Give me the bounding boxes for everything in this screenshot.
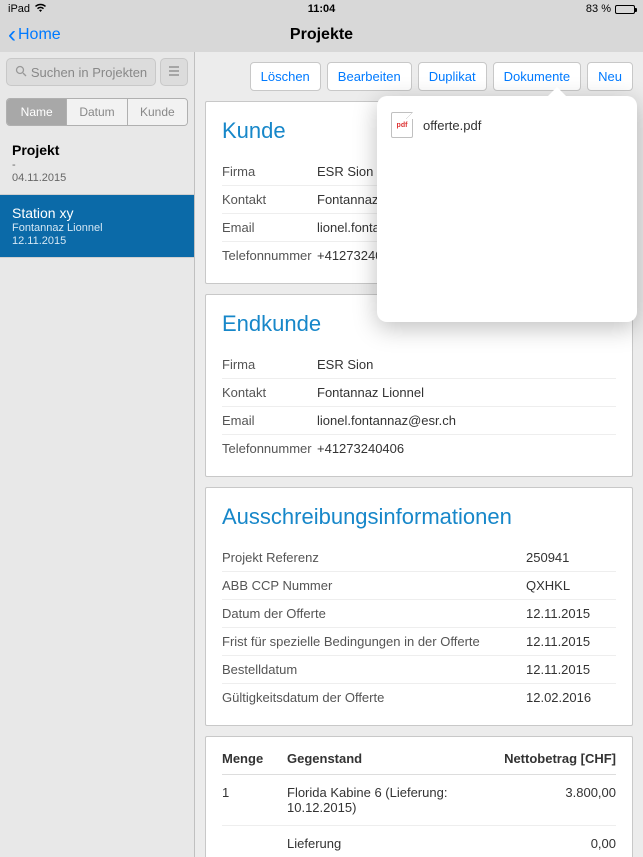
project-sub1: Fontannaz Lionnel xyxy=(12,222,182,234)
sidebar: Suchen in Projekten Name Datum Kunde Pro… xyxy=(0,52,195,857)
label-firma: Firma xyxy=(222,357,317,372)
battery-icon xyxy=(615,5,635,14)
project-item[interactable]: Station xy Fontannaz Lionnel 12.11.2015 xyxy=(0,195,194,258)
items-header: Menge Gegenstand Nettobetrag [CHF] xyxy=(222,751,616,775)
sort-datum[interactable]: Datum xyxy=(67,99,127,125)
label-kontakt: Kontakt xyxy=(222,385,317,400)
edit-button[interactable]: Bearbeiten xyxy=(327,62,412,91)
tender-card: Ausschreibungsinformationen Projekt Refe… xyxy=(205,487,633,726)
project-title: Projekt xyxy=(12,142,182,158)
chevron-left-icon: ‹ xyxy=(8,23,16,47)
value-firma: ESR Sion xyxy=(317,357,616,372)
pdf-icon: pdf xyxy=(391,112,413,138)
item-amt: 0,00 xyxy=(486,836,616,851)
project-date: 04.11.2015 xyxy=(12,172,182,184)
search-placeholder: Suchen in Projekten xyxy=(31,65,147,80)
item-row: Lieferung 0,00 xyxy=(222,826,616,857)
value-kontakt: Fontannaz Lionnel xyxy=(317,385,616,400)
tender-val: 12.02.2016 xyxy=(526,690,616,705)
label-email: Email xyxy=(222,413,317,428)
col-netto: Nettobetrag [CHF] xyxy=(486,751,616,766)
toolbar: Löschen Bearbeiten Duplikat Dokumente Ne… xyxy=(205,62,633,91)
sort-segmented: Name Datum Kunde xyxy=(6,98,188,126)
item-row: 1 Florida Kabine 6 (Lieferung: 10.12.201… xyxy=(222,775,616,826)
clock: 11:04 xyxy=(308,3,336,15)
duplicate-button[interactable]: Duplikat xyxy=(418,62,487,91)
item-qty xyxy=(222,836,287,851)
search-input[interactable]: Suchen in Projekten xyxy=(6,58,156,86)
value-tel: +41273240406 xyxy=(317,441,616,456)
page-title: Projekte xyxy=(290,26,353,44)
item-desc: Florida Kabine 6 (Lieferung: 10.12.2015) xyxy=(287,785,486,815)
nav-bar: ‹ Home Projekte xyxy=(0,18,643,52)
list-icon xyxy=(167,65,181,80)
col-menge: Menge xyxy=(222,751,287,766)
new-button[interactable]: Neu xyxy=(587,62,633,91)
back-button[interactable]: ‹ Home xyxy=(8,23,61,47)
status-bar: iPad 11:04 83 % xyxy=(0,0,643,18)
label-firma: Firma xyxy=(222,164,317,179)
tender-key: Datum der Offerte xyxy=(222,606,526,621)
documents-popover: pdf offerte.pdf xyxy=(377,96,637,322)
tender-val: QXHKL xyxy=(526,578,616,593)
label-kontakt: Kontakt xyxy=(222,192,317,207)
tender-key: ABB CCP Nummer xyxy=(222,578,526,593)
tender-val: 12.11.2015 xyxy=(526,634,616,649)
col-gegenstand: Gegenstand xyxy=(287,751,486,766)
document-item[interactable]: pdf offerte.pdf xyxy=(377,104,637,146)
device-label: iPad xyxy=(8,3,30,15)
item-desc: Lieferung xyxy=(287,836,486,851)
project-sub1: - xyxy=(12,159,182,171)
tender-heading: Ausschreibungsinformationen xyxy=(222,504,616,530)
item-amt: 3.800,00 xyxy=(486,785,616,815)
tender-key: Gültigkeitsdatum der Offerte xyxy=(222,690,526,705)
label-email: Email xyxy=(222,220,317,235)
document-filename: offerte.pdf xyxy=(423,118,481,133)
tender-key: Projekt Referenz xyxy=(222,550,526,565)
search-icon xyxy=(15,65,27,80)
tender-key: Bestelldatum xyxy=(222,662,526,677)
label-tel: Telefonnummer xyxy=(222,248,317,263)
tender-val: 12.11.2015 xyxy=(526,662,616,677)
value-email: lionel.fontannaz@esr.ch xyxy=(317,413,616,428)
tender-key: Frist für spezielle Bedingungen in der O… xyxy=(222,634,526,649)
delete-button[interactable]: Löschen xyxy=(250,62,321,91)
tender-val: 12.11.2015 xyxy=(526,606,616,621)
documents-button[interactable]: Dokumente xyxy=(493,62,581,91)
list-toggle-button[interactable] xyxy=(160,58,188,86)
sort-name[interactable]: Name xyxy=(7,99,67,125)
sort-kunde[interactable]: Kunde xyxy=(128,99,187,125)
project-title: Station xy xyxy=(12,205,182,221)
project-item[interactable]: Projekt - 04.11.2015 xyxy=(0,132,194,195)
battery-percent: 83 % xyxy=(586,3,611,15)
items-card: Menge Gegenstand Nettobetrag [CHF] 1 Flo… xyxy=(205,736,633,857)
back-label: Home xyxy=(18,26,61,44)
project-date: 12.11.2015 xyxy=(12,235,182,247)
wifi-icon xyxy=(34,3,47,16)
label-tel: Telefonnummer xyxy=(222,441,317,456)
tender-val: 250941 xyxy=(526,550,616,565)
item-qty: 1 xyxy=(222,785,287,815)
